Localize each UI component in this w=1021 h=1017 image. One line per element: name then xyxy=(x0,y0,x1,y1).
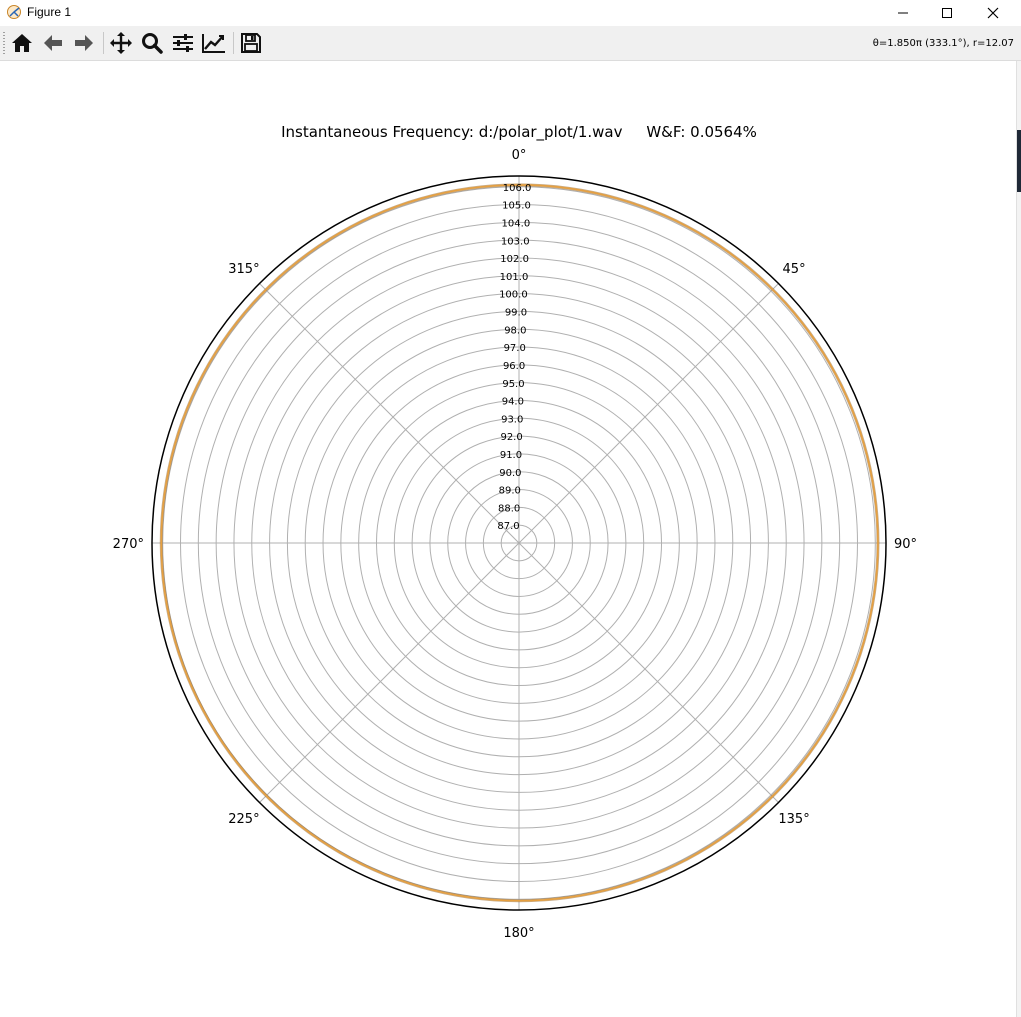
line-chart-icon xyxy=(202,34,225,53)
toolbar-grip[interactable] xyxy=(3,32,5,54)
home-icon xyxy=(12,34,32,52)
magnifier-icon xyxy=(142,33,163,54)
r-tick-label: 98.0 xyxy=(504,325,526,336)
floppy-disk-icon xyxy=(241,33,261,53)
theta-tick-label: 0° xyxy=(512,148,527,163)
app-icon xyxy=(7,5,21,19)
r-tick-label: 90.0 xyxy=(499,468,521,479)
r-tick-label: 95.0 xyxy=(502,379,524,390)
theta-tick-label: 315° xyxy=(228,262,259,277)
r-tick-label: 87.0 xyxy=(497,521,519,532)
cursor-coordinates: θ=1.850π (333.1°), r=12.07 xyxy=(872,38,1014,49)
maximize-icon xyxy=(942,8,952,18)
back-button[interactable] xyxy=(40,30,66,56)
close-button[interactable] xyxy=(970,0,1016,26)
theta-tick-label: 225° xyxy=(228,812,259,827)
navigation-toolbar: θ=1.850π (333.1°), r=12.07 xyxy=(0,26,1021,61)
theta-tick-label: 270° xyxy=(113,537,144,552)
r-tick-label: 99.0 xyxy=(505,308,527,319)
r-tick-label: 89.0 xyxy=(499,486,521,497)
save-button[interactable] xyxy=(238,30,264,56)
r-tick-label: 92.0 xyxy=(500,432,522,443)
r-tick-label: 93.0 xyxy=(501,414,523,425)
r-tick-label: 101.0 xyxy=(500,272,529,283)
r-tick-label: 100.0 xyxy=(499,290,528,301)
home-button[interactable] xyxy=(9,30,35,56)
pan-button[interactable] xyxy=(108,30,134,56)
edit-axis-button[interactable] xyxy=(201,30,227,56)
toolbar-separator xyxy=(103,32,104,54)
move-icon xyxy=(110,32,132,54)
minimize-icon xyxy=(898,12,908,14)
minimize-button[interactable] xyxy=(880,0,926,26)
theta-tick-label: 135° xyxy=(778,812,809,827)
r-tick-label: 97.0 xyxy=(504,343,526,354)
r-tick-label: 96.0 xyxy=(503,361,525,372)
window-titlebar: Figure 1 xyxy=(0,0,1021,26)
forward-button[interactable] xyxy=(71,30,97,56)
r-tick-label: 105.0 xyxy=(502,201,531,212)
r-tick-label: 91.0 xyxy=(500,450,522,461)
r-tick-label: 88.0 xyxy=(498,503,520,514)
toolbar-separator xyxy=(233,32,234,54)
sliders-icon xyxy=(173,34,193,52)
theta-tick-label: 90° xyxy=(894,537,917,552)
polar-axes: 87.0 88.0 89.0 90.0 91.0 92.0 93.0 94.0 95.0 96.0… xyxy=(113,148,917,941)
zoom-button[interactable] xyxy=(139,30,165,56)
chart-title: Instantaneous Frequency: d:/polar_plot/1… xyxy=(281,123,757,142)
close-icon xyxy=(987,7,999,19)
theta-tick-label: 180° xyxy=(503,926,534,941)
maximize-button[interactable] xyxy=(924,0,970,26)
theta-tick-label: 45° xyxy=(783,262,806,277)
r-tick-label: 106.0 xyxy=(503,183,532,194)
arrow-left-icon xyxy=(44,35,62,51)
r-tick-label: 103.0 xyxy=(501,236,530,247)
r-tick-label: 104.0 xyxy=(502,219,531,230)
window-edge-marker xyxy=(1017,130,1021,192)
r-tick-label: 102.0 xyxy=(500,254,529,265)
window-edge xyxy=(1016,61,1021,1017)
figure-canvas[interactable]: Instantaneous Frequency: d:/polar_plot/1… xyxy=(0,61,1016,1017)
arrow-right-icon xyxy=(75,35,93,51)
configure-subplots-button[interactable] xyxy=(170,30,196,56)
r-tick-label: 94.0 xyxy=(502,397,524,408)
window-title: Figure 1 xyxy=(27,5,72,19)
